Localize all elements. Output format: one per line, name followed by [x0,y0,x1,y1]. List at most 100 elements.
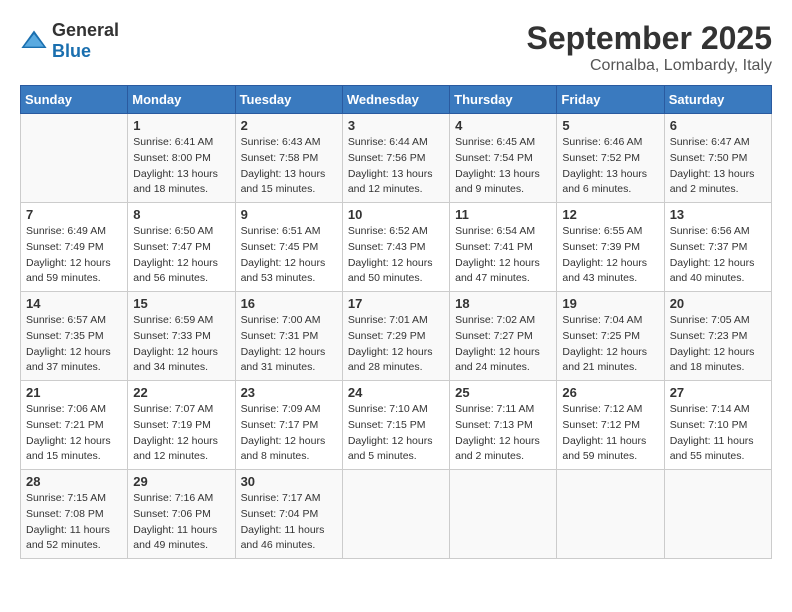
day-number: 18 [455,296,551,311]
sunrise-text: Sunrise: 6:55 AM [562,225,642,237]
calendar-cell: 26 Sunrise: 7:12 AM Sunset: 7:12 PM Dayl… [557,381,664,470]
calendar-week-4: 21 Sunrise: 7:06 AM Sunset: 7:21 PM Dayl… [21,381,772,470]
day-number: 1 [133,118,229,133]
day-detail: Sunrise: 7:06 AM Sunset: 7:21 PM Dayligh… [26,402,122,465]
sunrise-text: Sunrise: 6:56 AM [670,225,750,237]
sunrise-text: Sunrise: 6:45 AM [455,136,535,148]
page-header: General Blue September 2025 Cornalba, Lo… [20,20,772,75]
sunrise-text: Sunrise: 7:09 AM [241,403,321,415]
day-number: 21 [26,385,122,400]
daylight-text: Daylight: 11 hours and 49 minutes. [133,524,217,552]
logo: General Blue [20,20,119,62]
calendar-cell: 9 Sunrise: 6:51 AM Sunset: 7:45 PM Dayli… [235,203,342,292]
sunrise-text: Sunrise: 7:05 AM [670,314,750,326]
daylight-text: Daylight: 12 hours and 53 minutes. [241,257,326,285]
day-detail: Sunrise: 6:47 AM Sunset: 7:50 PM Dayligh… [670,135,766,198]
calendar-cell: 25 Sunrise: 7:11 AM Sunset: 7:13 PM Dayl… [450,381,557,470]
day-number: 24 [348,385,444,400]
calendar-cell: 19 Sunrise: 7:04 AM Sunset: 7:25 PM Dayl… [557,292,664,381]
day-detail: Sunrise: 7:00 AM Sunset: 7:31 PM Dayligh… [241,313,337,376]
day-detail: Sunrise: 7:04 AM Sunset: 7:25 PM Dayligh… [562,313,658,376]
day-number: 3 [348,118,444,133]
day-number: 19 [562,296,658,311]
calendar-cell: 23 Sunrise: 7:09 AM Sunset: 7:17 PM Dayl… [235,381,342,470]
sunrise-text: Sunrise: 6:49 AM [26,225,106,237]
calendar-cell: 2 Sunrise: 6:43 AM Sunset: 7:58 PM Dayli… [235,114,342,203]
sunset-text: Sunset: 7:49 PM [26,241,104,253]
day-detail: Sunrise: 7:01 AM Sunset: 7:29 PM Dayligh… [348,313,444,376]
sunrise-text: Sunrise: 6:54 AM [455,225,535,237]
daylight-text: Daylight: 11 hours and 59 minutes. [562,435,646,463]
daylight-text: Daylight: 11 hours and 52 minutes. [26,524,110,552]
day-number: 23 [241,385,337,400]
day-number: 17 [348,296,444,311]
daylight-text: Daylight: 12 hours and 50 minutes. [348,257,433,285]
calendar-week-3: 14 Sunrise: 6:57 AM Sunset: 7:35 PM Dayl… [21,292,772,381]
sunrise-text: Sunrise: 6:59 AM [133,314,213,326]
logo-general-text: General [52,20,119,40]
day-detail: Sunrise: 6:57 AM Sunset: 7:35 PM Dayligh… [26,313,122,376]
daylight-text: Daylight: 13 hours and 9 minutes. [455,168,540,196]
calendar-cell: 10 Sunrise: 6:52 AM Sunset: 7:43 PM Dayl… [342,203,449,292]
day-number: 12 [562,207,658,222]
weekday-header-saturday: Saturday [664,86,771,114]
sunset-text: Sunset: 7:13 PM [455,419,533,431]
day-detail: Sunrise: 6:41 AM Sunset: 8:00 PM Dayligh… [133,135,229,198]
sunset-text: Sunset: 7:37 PM [670,241,748,253]
daylight-text: Daylight: 11 hours and 46 minutes. [241,524,325,552]
weekday-header-sunday: Sunday [21,86,128,114]
day-number: 25 [455,385,551,400]
day-detail: Sunrise: 7:16 AM Sunset: 7:06 PM Dayligh… [133,491,229,554]
calendar-week-1: 1 Sunrise: 6:41 AM Sunset: 8:00 PM Dayli… [21,114,772,203]
calendar-cell: 15 Sunrise: 6:59 AM Sunset: 7:33 PM Dayl… [128,292,235,381]
day-number: 13 [670,207,766,222]
day-detail: Sunrise: 6:46 AM Sunset: 7:52 PM Dayligh… [562,135,658,198]
sunset-text: Sunset: 7:15 PM [348,419,426,431]
calendar-cell: 4 Sunrise: 6:45 AM Sunset: 7:54 PM Dayli… [450,114,557,203]
calendar-cell: 28 Sunrise: 7:15 AM Sunset: 7:08 PM Dayl… [21,470,128,559]
day-detail: Sunrise: 6:54 AM Sunset: 7:41 PM Dayligh… [455,224,551,287]
day-number: 9 [241,207,337,222]
day-number: 27 [670,385,766,400]
sunset-text: Sunset: 7:39 PM [562,241,640,253]
day-number: 30 [241,474,337,489]
day-number: 5 [562,118,658,133]
sunset-text: Sunset: 7:19 PM [133,419,211,431]
calendar-cell [450,470,557,559]
sunset-text: Sunset: 7:45 PM [241,241,319,253]
sunrise-text: Sunrise: 7:17 AM [241,492,321,504]
daylight-text: Daylight: 11 hours and 55 minutes. [670,435,754,463]
day-detail: Sunrise: 6:55 AM Sunset: 7:39 PM Dayligh… [562,224,658,287]
day-number: 7 [26,207,122,222]
daylight-text: Daylight: 12 hours and 24 minutes. [455,346,540,374]
calendar-cell: 5 Sunrise: 6:46 AM Sunset: 7:52 PM Dayli… [557,114,664,203]
weekday-header-tuesday: Tuesday [235,86,342,114]
sunrise-text: Sunrise: 6:41 AM [133,136,213,148]
day-number: 20 [670,296,766,311]
sunset-text: Sunset: 7:17 PM [241,419,319,431]
sunrise-text: Sunrise: 7:11 AM [455,403,534,415]
sunrise-text: Sunrise: 7:04 AM [562,314,642,326]
calendar-cell: 22 Sunrise: 7:07 AM Sunset: 7:19 PM Dayl… [128,381,235,470]
day-detail: Sunrise: 7:15 AM Sunset: 7:08 PM Dayligh… [26,491,122,554]
day-number: 16 [241,296,337,311]
daylight-text: Daylight: 12 hours and 31 minutes. [241,346,326,374]
day-detail: Sunrise: 6:43 AM Sunset: 7:58 PM Dayligh… [241,135,337,198]
calendar-cell: 3 Sunrise: 6:44 AM Sunset: 7:56 PM Dayli… [342,114,449,203]
sunset-text: Sunset: 7:54 PM [455,152,533,164]
calendar-cell: 12 Sunrise: 6:55 AM Sunset: 7:39 PM Dayl… [557,203,664,292]
sunset-text: Sunset: 7:29 PM [348,330,426,342]
sunset-text: Sunset: 7:06 PM [133,508,211,520]
weekday-header-row: SundayMondayTuesdayWednesdayThursdayFrid… [21,86,772,114]
sunset-text: Sunset: 7:47 PM [133,241,211,253]
day-detail: Sunrise: 6:51 AM Sunset: 7:45 PM Dayligh… [241,224,337,287]
sunset-text: Sunset: 7:41 PM [455,241,533,253]
day-number: 4 [455,118,551,133]
calendar-week-5: 28 Sunrise: 7:15 AM Sunset: 7:08 PM Dayl… [21,470,772,559]
day-detail: Sunrise: 7:02 AM Sunset: 7:27 PM Dayligh… [455,313,551,376]
sunset-text: Sunset: 7:33 PM [133,330,211,342]
calendar-week-2: 7 Sunrise: 6:49 AM Sunset: 7:49 PM Dayli… [21,203,772,292]
sunrise-text: Sunrise: 6:50 AM [133,225,213,237]
daylight-text: Daylight: 12 hours and 18 minutes. [670,346,755,374]
sunset-text: Sunset: 8:00 PM [133,152,211,164]
